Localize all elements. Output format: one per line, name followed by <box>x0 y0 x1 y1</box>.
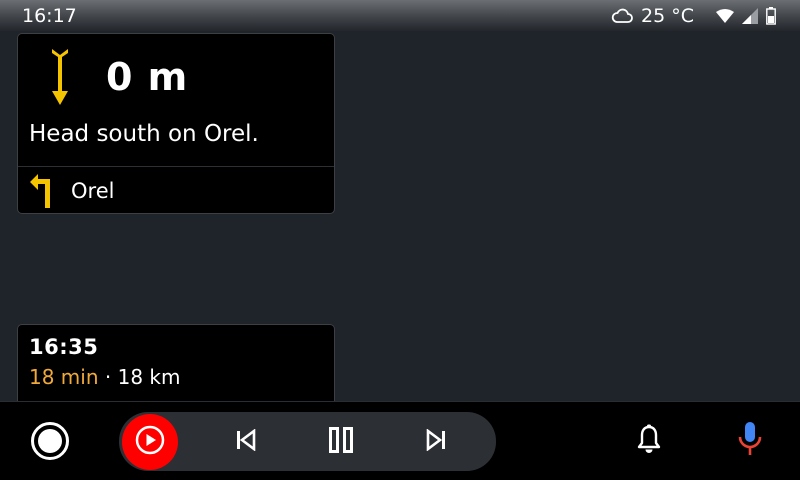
status-bar: 16:17 25 °C <box>0 0 800 31</box>
skip-previous-icon <box>234 428 256 455</box>
trip-separator: · <box>104 365 112 389</box>
microphone-icon <box>737 421 763 463</box>
home-button[interactable] <box>31 422 69 460</box>
notifications-button[interactable] <box>634 424 664 458</box>
previous-track-button[interactable] <box>229 426 261 458</box>
turn-left-icon <box>30 173 62 208</box>
cloud-icon <box>611 8 633 24</box>
trip-duration: 18 min <box>29 365 99 389</box>
wifi-icon <box>716 8 734 23</box>
status-indicators: 25 °C <box>611 5 776 27</box>
maneuver-distance: 0 m <box>106 55 189 99</box>
home-circle-icon <box>38 429 62 453</box>
temperature: 25 °C <box>641 4 694 27</box>
pause-button[interactable] <box>325 426 357 458</box>
cellular-signal-icon <box>742 7 758 24</box>
media-app-button[interactable] <box>122 414 178 470</box>
skip-next-icon <box>426 428 448 455</box>
next-turn[interactable]: Orel <box>18 167 334 213</box>
status-time: 16:17 <box>22 4 77 27</box>
bottom-bar <box>0 401 800 480</box>
next-track-button[interactable] <box>421 426 453 458</box>
navigation-card[interactable]: 0 m Head south on Orel. Orel <box>17 33 335 214</box>
arrow-down-icon <box>48 47 72 111</box>
media-controls <box>119 412 496 471</box>
maneuver-instruction: Head south on Orel. <box>29 121 259 147</box>
youtube-music-icon <box>134 424 166 460</box>
trip-distance: 18 km <box>117 365 181 389</box>
trip-info: 18 min · 18 km <box>29 365 334 389</box>
pause-icon <box>328 427 354 457</box>
arrival-time: 16:35 <box>29 335 99 359</box>
battery-icon <box>766 6 776 25</box>
next-street: Orel <box>71 178 115 203</box>
bell-icon <box>636 424 662 458</box>
current-maneuver[interactable]: 0 m Head south on Orel. <box>18 34 334 166</box>
voice-assistant-button[interactable] <box>735 422 765 462</box>
